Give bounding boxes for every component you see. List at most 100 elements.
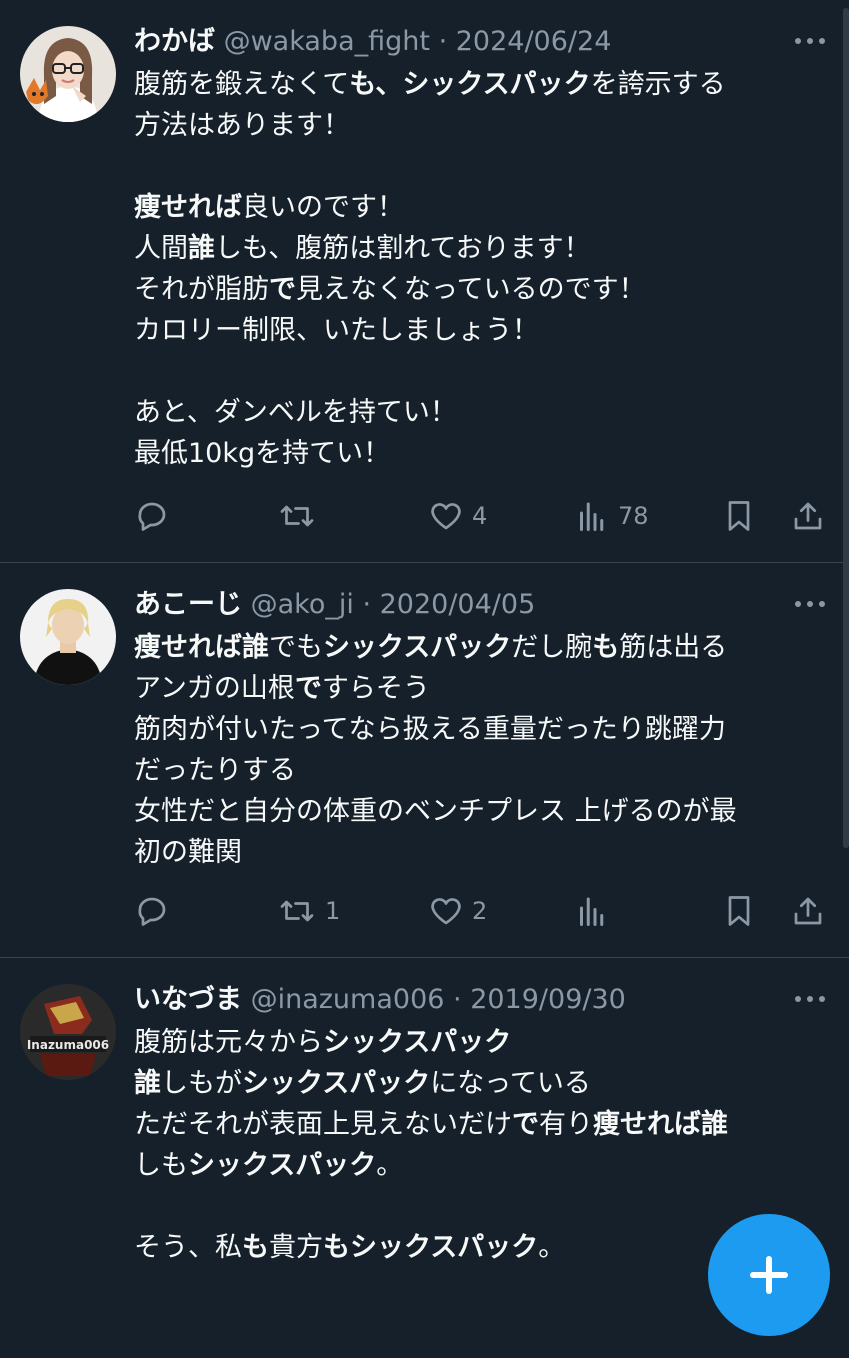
text-segment: も: [242, 1232, 269, 1263]
author-handle[interactable]: @wakaba_fight: [224, 26, 430, 57]
tweet-date[interactable]: 2024/06/24: [456, 26, 612, 57]
text-line: [134, 1186, 824, 1227]
text-segment: 方法はあります！: [134, 110, 350, 141]
reply-button[interactable]: [134, 494, 170, 538]
retweet-button[interactable]: [277, 494, 317, 538]
text-segment: カロリー制限、いたしましょう！: [134, 315, 539, 346]
text-segment: 痩せれば誰: [134, 632, 269, 663]
avatar[interactable]: Inazuma006: [20, 984, 116, 1080]
reply-icon: [134, 893, 170, 929]
like-icon: [428, 498, 464, 534]
text-segment: 女性だと自分の体重のベンチプレス 上げるのが最: [134, 796, 737, 827]
text-segment: 。: [538, 1232, 566, 1263]
text-line: それが脂肪で見えなくなっているのです！: [134, 269, 824, 310]
text-segment: ただそれが表面上見えないだけ: [134, 1109, 512, 1140]
text-segment: 痩せれば誰: [593, 1109, 728, 1140]
text-segment: 腹筋を鍛えなくて: [134, 69, 350, 100]
text-segment: で: [269, 274, 296, 305]
text-segment: 最低10kgを持てい！: [134, 438, 391, 469]
text-segment: シックスパック: [323, 632, 512, 663]
like-icon: [428, 893, 464, 929]
text-segment: すらそう: [321, 673, 430, 704]
text-segment: 。: [376, 1150, 404, 1181]
text-line: 人間誰しも、腹筋は割れております！: [134, 228, 824, 269]
bookmark-button[interactable]: [721, 494, 757, 538]
text-segment: も: [592, 632, 620, 663]
author-name[interactable]: わかば: [134, 26, 215, 57]
text-line: 女性だと自分の体重のベンチプレス 上げるのが最: [134, 791, 824, 832]
text-segment: しもが: [161, 1068, 242, 1099]
retweet-count: 1: [325, 897, 341, 925]
compose-button[interactable]: [708, 1214, 830, 1336]
text-segment: 誰: [188, 233, 215, 264]
retweet-icon: [277, 498, 317, 534]
text-line: 腹筋を鍛えなくても、シックスパックを誇示する: [134, 64, 824, 105]
share-button[interactable]: [790, 889, 826, 933]
text-line: カロリー制限、いたしましょう！: [134, 310, 824, 351]
text-segment: も、シックスパック: [349, 69, 591, 100]
share-icon: [790, 498, 826, 534]
avatar[interactable]: [20, 26, 116, 122]
more-icon[interactable]: [793, 26, 827, 56]
author-name[interactable]: いなづま: [134, 984, 242, 1015]
tweet-text: 腹筋を鍛えなくても、シックスパックを誇示する方法はあります！ 痩せれば良いのです！…: [134, 64, 824, 474]
tweet-date[interactable]: 2019/09/30: [470, 984, 626, 1015]
text-line: 痩せれば誰でもシックスパックだし腕も筋は出る: [134, 627, 824, 668]
text-line: [134, 351, 824, 392]
text-segment: そう、私: [134, 1232, 242, 1263]
like-count: 4: [472, 502, 488, 530]
reply-button[interactable]: [134, 889, 170, 933]
action-bar: 12: [0, 889, 849, 933]
avatar[interactable]: [20, 589, 116, 685]
text-segment: だし腕: [511, 632, 593, 663]
like-button[interactable]: 4: [428, 494, 487, 538]
author-handle[interactable]: @ako_ji: [251, 589, 354, 620]
text-segment: 筋肉が付いたってなら扱える重量だったり跳躍力: [134, 714, 726, 745]
like-count: 2: [472, 897, 488, 925]
text-segment: で: [294, 673, 322, 704]
author-handle[interactable]: @inazuma006: [251, 984, 445, 1015]
text-line: 方法はあります！: [134, 105, 824, 146]
text-segment: 筋は出る: [619, 632, 728, 663]
share-icon: [790, 893, 826, 929]
text-line: 誰しもがシックスパックになっている: [134, 1063, 824, 1104]
separator-dot: ·: [362, 589, 372, 620]
text-segment: シックスパック: [323, 1027, 512, 1058]
text-segment: 初の難関: [134, 837, 242, 868]
views-count: 78: [618, 502, 649, 530]
text-segment: だったりする: [134, 755, 296, 786]
bookmark-button[interactable]: [721, 889, 757, 933]
scrollbar[interactable]: [843, 8, 849, 848]
share-button[interactable]: [790, 494, 826, 538]
views-button[interactable]: [574, 889, 610, 933]
like-button[interactable]: 2: [428, 889, 487, 933]
avatar-logo-text: Inazuma006: [27, 1038, 109, 1052]
tweet-ako-ji[interactable]: あこーじ @ako_ji · 2020/04/05 痩せれば誰で も シックスパック…: [0, 563, 849, 958]
text-line: 痩せれば良いのです！: [134, 187, 824, 228]
bookmark-icon: [721, 893, 757, 929]
text-segment: しも、腹筋は割れております！: [215, 233, 591, 264]
text-segment: あと、ダンベルを持てい！: [134, 397, 457, 428]
views-button[interactable]: 78: [574, 494, 649, 538]
text-segment: それが脂肪: [134, 274, 269, 305]
retweet-button[interactable]: 1: [277, 889, 340, 933]
tweet-date[interactable]: 2020/04/05: [380, 589, 536, 620]
bookmark-icon: [721, 498, 757, 534]
text-segment: 良いのです！: [242, 192, 404, 223]
text-segment: になっている: [430, 1068, 591, 1099]
retweet-icon: [277, 893, 317, 929]
more-icon[interactable]: [793, 984, 827, 1014]
text-segment: 誰: [134, 1068, 161, 1099]
tweet-wakaba[interactable]: わかば @wakaba_fight · 2024/06/24 腹筋を鍛えなくても…: [0, 0, 849, 563]
text-segment: シックスパック: [242, 1068, 431, 1099]
author-name[interactable]: あこーじ: [134, 589, 242, 620]
text-line: 最低10kgを持てい！: [134, 433, 824, 474]
text-line: しもシックスパック。: [134, 1145, 824, 1186]
more-icon[interactable]: [793, 589, 827, 619]
separator-dot: ·: [453, 984, 462, 1015]
text-segment: 痩せれば: [134, 192, 242, 223]
reply-icon: [134, 498, 170, 534]
text-segment: 貴方: [269, 1232, 323, 1263]
text-line: 初の難関: [134, 832, 824, 873]
tweet-text: 痩せれば誰でもシックスパックだし腕も筋は出る アンガの山根ですらそう 筋肉が付いたっ…: [134, 627, 824, 873]
